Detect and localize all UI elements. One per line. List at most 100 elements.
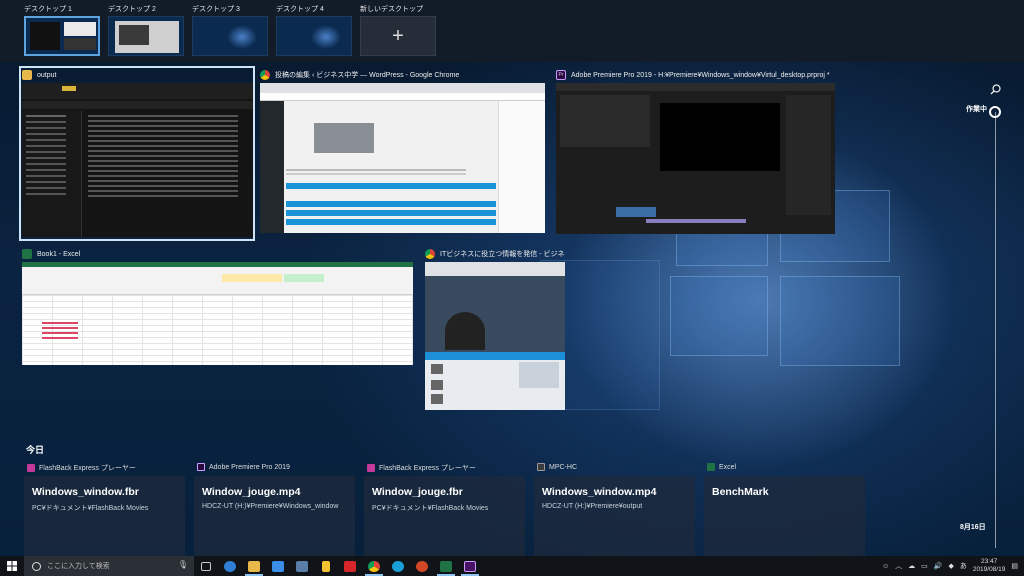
people-icon[interactable]: ☺	[882, 563, 889, 570]
explorer-icon	[248, 560, 260, 572]
virtual-desktop-bar: デスクトップ 1 デスクトップ 2 デスクトップ 3 デスクトップ 4 新しいデ…	[0, 0, 1024, 62]
start-button[interactable]	[0, 556, 24, 576]
ime-icon[interactable]: あ	[960, 561, 967, 571]
powerpoint-icon	[416, 560, 428, 572]
desktop-3[interactable]: デスクトップ 3	[192, 4, 268, 56]
new-desktop[interactable]: 新しいデスクトップ +	[360, 4, 436, 56]
plus-icon: +	[392, 24, 404, 47]
new-desktop-label: 新しいデスクトップ	[360, 6, 423, 13]
store-icon	[272, 560, 284, 572]
microphone-icon[interactable]: 🎙	[178, 560, 188, 569]
timeline-section-label: 今日	[26, 445, 45, 455]
card-3-path: PC¥ドキュメント¥FlashBack Movies	[372, 505, 489, 512]
window-premiere[interactable]: Pr Adobe Premiere Pro 2019 - H:¥Premiere…	[556, 67, 835, 234]
premiere-icon	[197, 463, 205, 471]
window-premiere-title: Pr Adobe Premiere Pro 2019 - H:¥Premiere…	[556, 67, 835, 83]
new-desktop-button[interactable]: +	[360, 16, 436, 56]
taskbar-explorer[interactable]	[242, 556, 266, 576]
activity-card-5[interactable]: BenchMark	[704, 476, 865, 556]
window-excel-preview	[22, 262, 413, 365]
timeline-track[interactable]	[995, 112, 996, 548]
system-tray: ☺ ︿ ☁ ▭ 🔊 ◆ あ 23:47 2019/08/19 ▤	[882, 556, 1024, 576]
taskbar-search-placeholder: ここに入力して検索	[47, 563, 110, 570]
chrome-icon	[425, 249, 435, 259]
flashback-icon	[27, 464, 35, 472]
taskbar-teams[interactable]	[386, 556, 410, 576]
volume-icon[interactable]: 🔊	[934, 562, 943, 570]
card-4-app: MPC-HC	[537, 463, 577, 471]
taskbar-powerpoint[interactable]	[410, 556, 434, 576]
card-2-app: Adobe Premiere Pro 2019	[197, 463, 290, 471]
excel-icon	[22, 249, 32, 259]
excel-icon	[440, 560, 452, 572]
taskbar-clock[interactable]: 23:47 2019/08/19	[973, 558, 1006, 574]
flashback-icon	[367, 464, 375, 472]
search-icon[interactable]	[990, 84, 1001, 98]
chrome-icon	[260, 70, 270, 80]
desktop-2[interactable]: デスクトップ 2	[108, 4, 184, 56]
excel-icon	[707, 463, 715, 471]
window-chrome-wordpress-preview	[260, 83, 545, 233]
taskbar: ここに入力して検索 🎙 ☺ ︿ ☁ ▭ 🔊 ◆ あ 23:47 2019/08/…	[0, 556, 1024, 576]
card-2-path: HDCZ-UT (H:)¥Premiere¥Windows_window	[202, 503, 339, 510]
desktop-3-label: デスクトップ 3	[192, 6, 240, 13]
taskbar-store[interactable]	[266, 556, 290, 576]
window-chrome-it-title: ITビジネスに役立つ情報を発信 - ビジネ...	[425, 246, 565, 262]
taskbar-premiere[interactable]	[458, 556, 482, 576]
activity-card-2[interactable]: Window_jouge.mp4 HDCZ-UT (H:)¥Premiere¥W…	[194, 476, 355, 556]
teams-icon	[392, 560, 404, 572]
window-excel-title: Book1 - Excel	[22, 246, 413, 262]
cloud-icon[interactable]: ☁	[908, 562, 915, 570]
premiere-icon	[464, 560, 476, 572]
windows-logo-icon	[7, 561, 17, 571]
window-chrome-wordpress[interactable]: 投稿の編集 ‹ ビジネス中学 — WordPress - Google Chro…	[260, 67, 545, 233]
desktop-1-label: デスクトップ 1	[24, 6, 72, 13]
desktop-4-label: デスクトップ 4	[276, 6, 324, 13]
desktop-1-thumbnail[interactable]	[24, 16, 100, 56]
taskbar-search-box[interactable]: ここに入力して検索 🎙	[24, 556, 194, 576]
taskbar-edge[interactable]	[218, 556, 242, 576]
mpc-icon	[537, 463, 545, 471]
window-excel[interactable]: Book1 - Excel	[22, 246, 413, 365]
timeline-now-label: 作業中	[966, 106, 987, 113]
card-5-app: Excel	[707, 463, 736, 471]
card-3-title: Window_jouge.fbr	[372, 486, 463, 498]
card-3-app: FlashBack Express プレーヤー	[367, 463, 476, 473]
taskbar-app[interactable]	[290, 556, 314, 576]
desktop-2-thumbnail[interactable]	[108, 16, 184, 56]
chevron-up-icon[interactable]: ︿	[895, 561, 902, 571]
desktop-1[interactable]: デスクトップ 1	[24, 4, 100, 56]
card-2-title: Window_jouge.mp4	[202, 486, 301, 498]
card-1-title: Windows_window.fbr	[32, 486, 139, 498]
cortana-icon	[32, 561, 41, 571]
network-icon[interactable]: ▭	[921, 562, 928, 570]
card-1-path: PC¥ドキュメント¥FlashBack Movies	[32, 505, 149, 512]
selected-window-frame	[19, 66, 255, 241]
card-1-app: FlashBack Express プレーヤー	[27, 463, 136, 473]
pdf-icon	[344, 560, 356, 572]
desktop-4[interactable]: デスクトップ 4	[276, 4, 352, 56]
notification-icon[interactable]: ▤	[1011, 562, 1018, 570]
task-view-icon	[201, 561, 211, 571]
desktop-2-label: デスクトップ 2	[108, 6, 156, 13]
task-view-button[interactable]	[194, 556, 218, 576]
dropbox-icon[interactable]: ◆	[948, 562, 953, 570]
window-chrome-it[interactable]: ITビジネスに役立つ情報を発信 - ビジネ...	[425, 246, 565, 410]
taskbar-bolt[interactable]	[314, 556, 338, 576]
window-premiere-preview	[556, 83, 835, 234]
activity-card-1[interactable]: Windows_window.fbr PC¥ドキュメント¥FlashBack M…	[24, 476, 185, 556]
window-chrome-it-preview	[425, 262, 565, 410]
edge-icon	[224, 560, 236, 572]
desktop-3-thumbnail[interactable]	[192, 16, 268, 56]
app-icon	[296, 560, 308, 572]
card-5-title: BenchMark	[712, 486, 769, 498]
window-chrome-wordpress-title: 投稿の編集 ‹ ビジネス中学 — WordPress - Google Chro…	[260, 67, 545, 83]
taskbar-pdf[interactable]	[338, 556, 362, 576]
timeline-scrubber-handle[interactable]	[989, 106, 1001, 118]
activity-card-3[interactable]: Window_jouge.fbr PC¥ドキュメント¥FlashBack Mov…	[364, 476, 525, 556]
bolt-icon	[322, 560, 330, 572]
taskbar-excel[interactable]	[434, 556, 458, 576]
taskbar-chrome[interactable]	[362, 556, 386, 576]
desktop-4-thumbnail[interactable]	[276, 16, 352, 56]
activity-card-4[interactable]: Windows_window.mp4 HDCZ-UT (H:)¥Premiere…	[534, 476, 695, 556]
